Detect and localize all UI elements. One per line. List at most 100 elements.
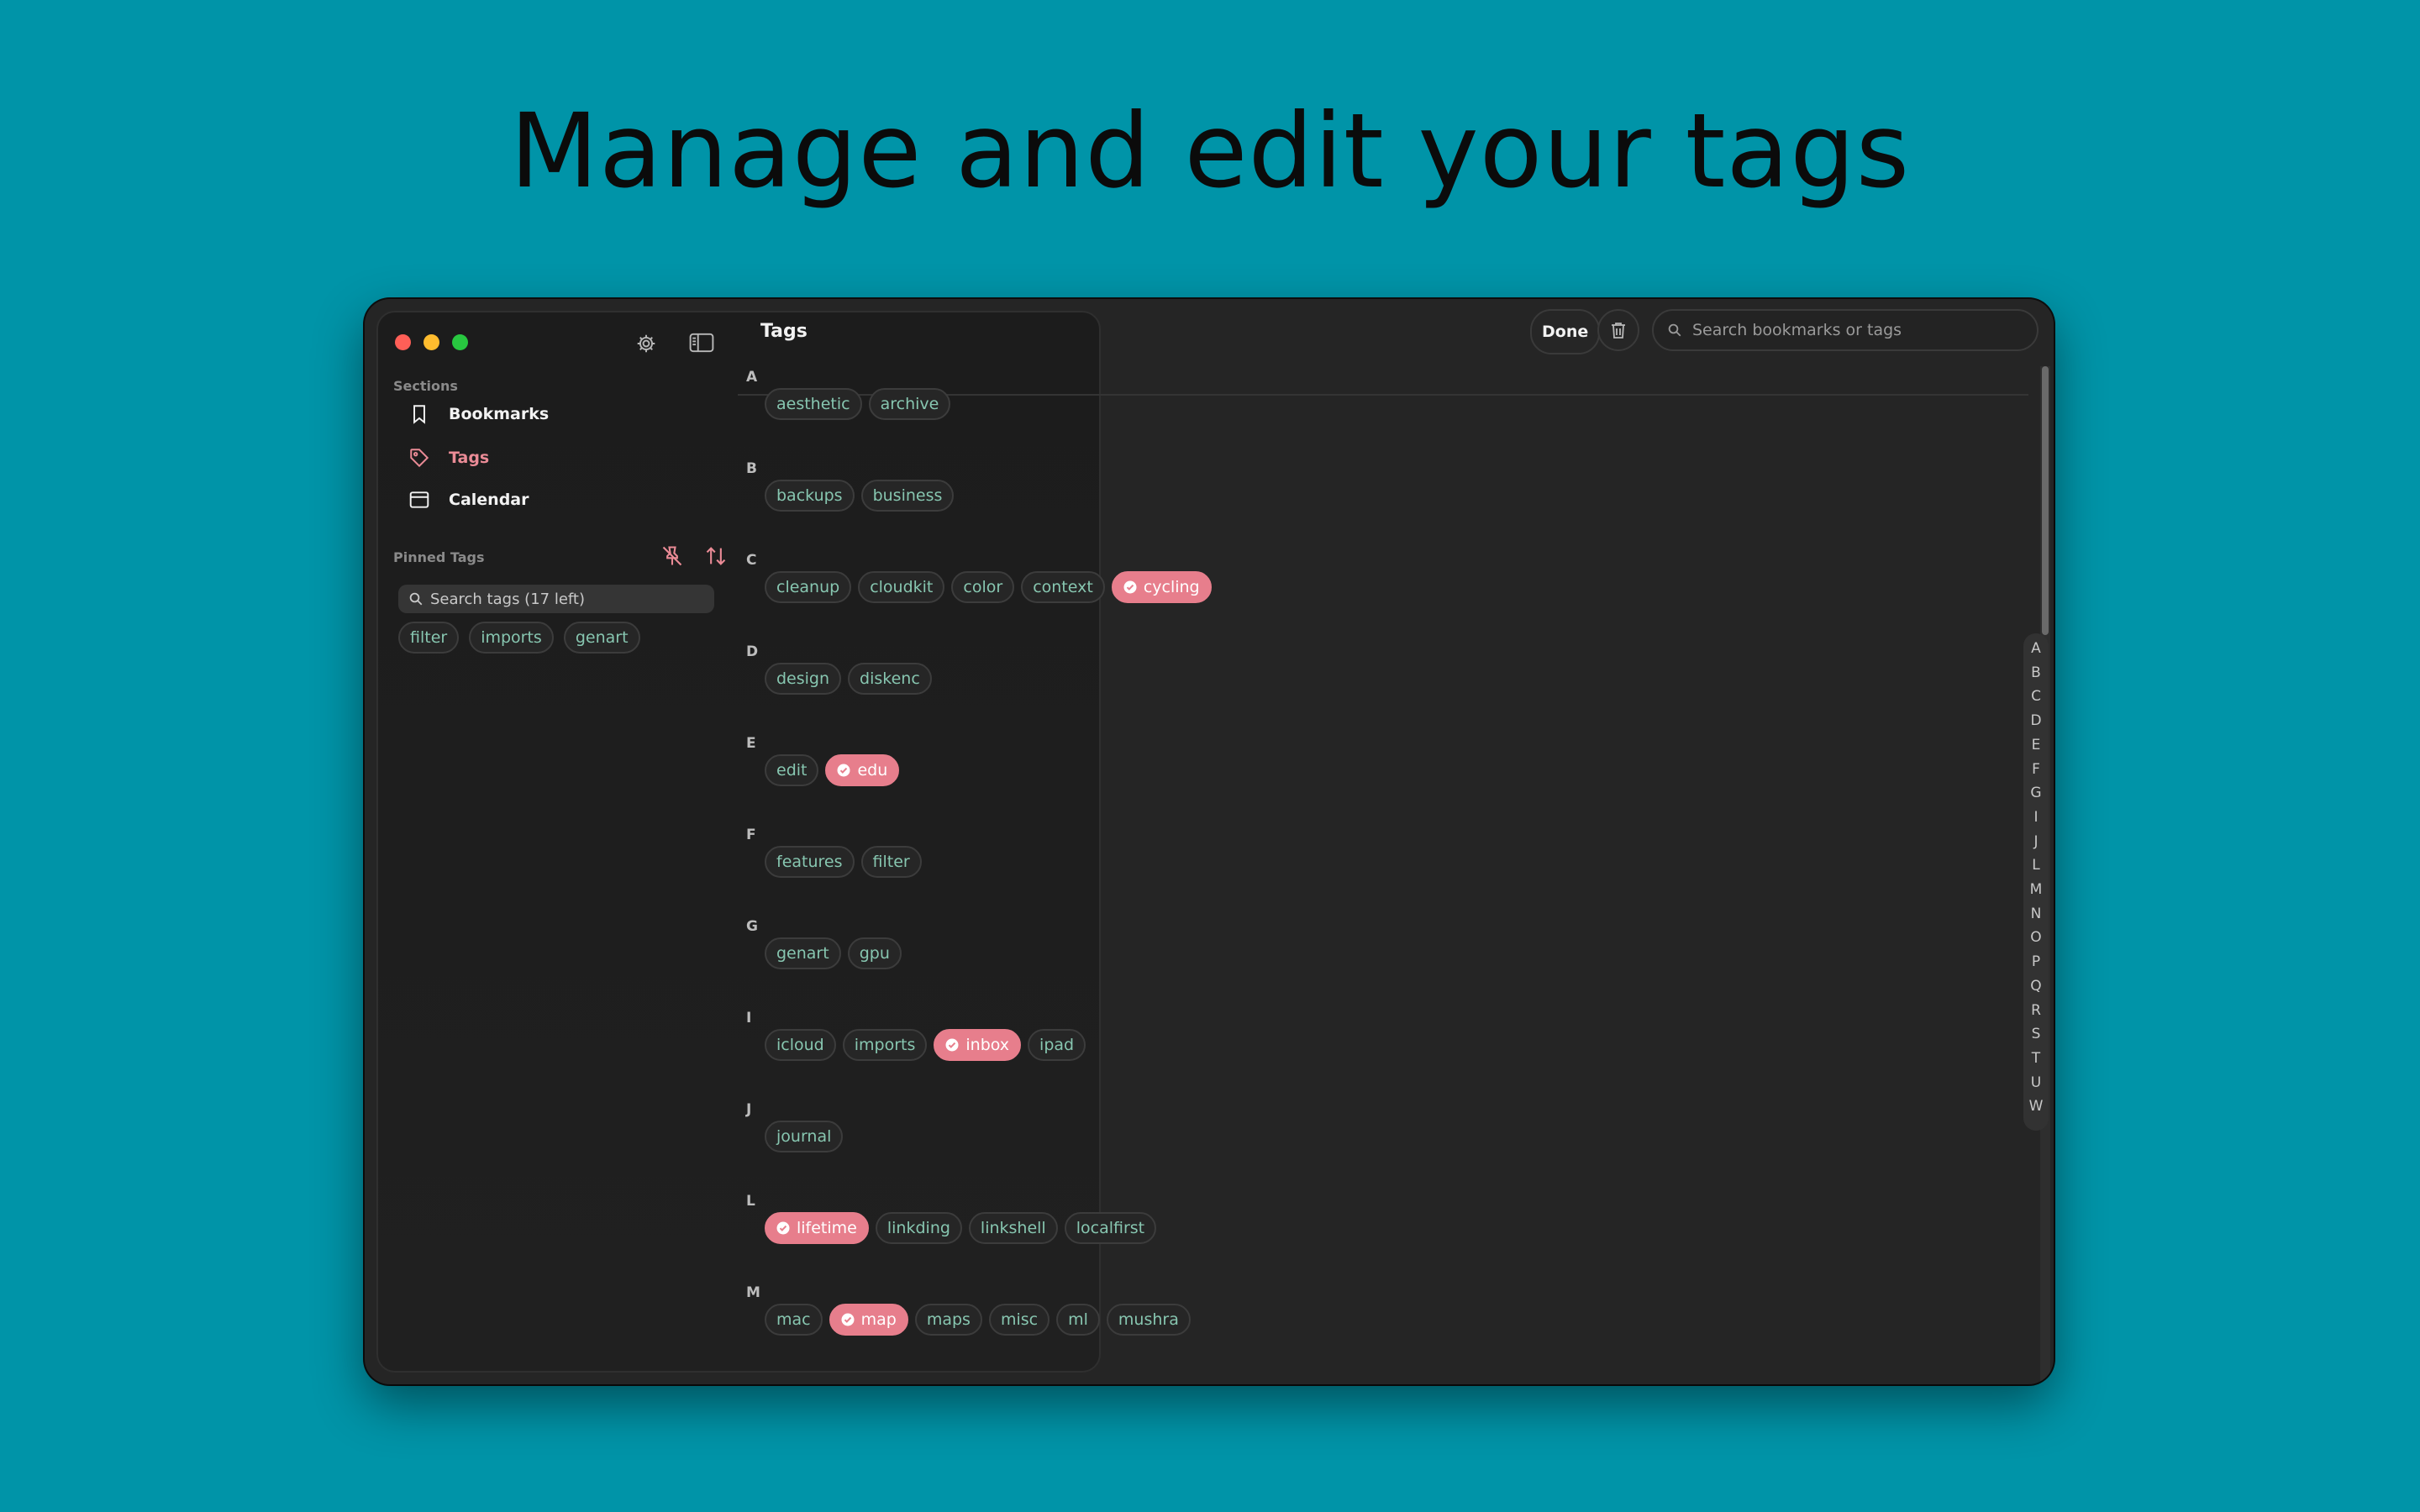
tag-chip[interactable]: backups: [765, 480, 855, 512]
tag-chip[interactable]: filter: [860, 846, 922, 878]
alphabet-index[interactable]: ABCDEFGIJLMNOPQRSTUW: [2023, 633, 2049, 1131]
tag-chip[interactable]: icloud: [765, 1029, 836, 1061]
tag-chip-selected[interactable]: inbox: [934, 1029, 1022, 1061]
tag-chip-selected[interactable]: edu: [825, 754, 900, 786]
pinned-tags-search[interactable]: Search tags (17 left): [398, 585, 714, 613]
traffic-lights: [395, 334, 468, 350]
pinned-tag-chip[interactable]: genart: [563, 622, 640, 654]
index-letter[interactable]: R: [2023, 1002, 2049, 1019]
index-letter[interactable]: L: [2023, 857, 2049, 874]
index-letter[interactable]: T: [2023, 1050, 2049, 1067]
sections-title: Sections: [393, 378, 458, 394]
search-input[interactable]: Search bookmarks or tags: [1652, 309, 2039, 351]
index-letter[interactable]: S: [2023, 1026, 2049, 1042]
tag-label: linkding: [886, 1219, 950, 1237]
index-letter[interactable]: Q: [2023, 978, 2049, 995]
index-letter[interactable]: C: [2023, 688, 2049, 705]
tag-icon: [410, 449, 429, 468]
delete-button[interactable]: [1597, 309, 1639, 351]
index-letter[interactable]: A: [2023, 640, 2049, 657]
tag-chip-selected[interactable]: cycling: [1111, 571, 1212, 603]
app-window: Sections Bookmarks Tags Calendar Pinned …: [365, 299, 2054, 1384]
tag-chip[interactable]: imports: [842, 1029, 928, 1061]
tag-label: icloud: [776, 1036, 824, 1054]
index-letter[interactable]: B: [2023, 664, 2049, 681]
sort-icon[interactable]: [704, 544, 728, 571]
pinned-tags-list: filter imports genart: [398, 622, 640, 654]
index-letter[interactable]: U: [2023, 1074, 2049, 1091]
index-letter[interactable]: F: [2023, 761, 2049, 778]
tag-label: design: [776, 669, 830, 688]
tag-chip[interactable]: journal: [765, 1121, 844, 1152]
sidebar-item-bookmarks[interactable]: Bookmarks: [408, 403, 549, 425]
index-letter[interactable]: P: [2023, 953, 2049, 970]
tag-chip[interactable]: genart: [765, 937, 841, 969]
section-letter: M: [746, 1284, 760, 1301]
section-letter: I: [746, 1010, 752, 1026]
section-letter: C: [746, 552, 757, 569]
tag-label: journal: [776, 1127, 832, 1146]
tag-chip[interactable]: diskenc: [848, 663, 932, 695]
index-letter[interactable]: W: [2023, 1098, 2049, 1115]
tag-chip[interactable]: localfirst: [1064, 1212, 1157, 1244]
tag-chip[interactable]: cloudkit: [858, 571, 945, 603]
tag-label: linkshell: [980, 1219, 1046, 1237]
index-letter[interactable]: D: [2023, 712, 2049, 729]
tag-row: mac map maps misc ml mushra: [765, 1304, 1191, 1336]
tag-chip[interactable]: gpu: [847, 937, 902, 969]
tag-chip[interactable]: mushra: [1106, 1304, 1191, 1336]
tag-chip[interactable]: edit: [765, 754, 819, 786]
tag-chip[interactable]: ml: [1056, 1304, 1100, 1336]
tag-label: lifetime: [797, 1219, 857, 1237]
tag-row: journal: [765, 1121, 844, 1152]
index-letter[interactable]: G: [2023, 785, 2049, 801]
tag-label: mushra: [1118, 1310, 1179, 1329]
sidebar-item-calendar[interactable]: Calendar: [408, 489, 529, 511]
tag-chip-selected[interactable]: map: [829, 1304, 908, 1336]
tag-chip[interactable]: archive: [868, 388, 951, 420]
tag-chip[interactable]: linkding: [875, 1212, 962, 1244]
tag-chip[interactable]: cleanup: [765, 571, 852, 603]
tag-chip[interactable]: ipad: [1028, 1029, 1086, 1061]
tag-label: features: [776, 853, 843, 871]
tag-chip[interactable]: features: [765, 846, 855, 878]
done-button[interactable]: Done: [1530, 309, 1601, 354]
tag-chip[interactable]: mac: [765, 1304, 823, 1336]
scrollbar-thumb[interactable]: [2042, 366, 2049, 635]
pinned-tag-chip[interactable]: imports: [469, 622, 554, 654]
index-letter[interactable]: O: [2023, 929, 2049, 946]
close-window-button[interactable]: [395, 334, 411, 350]
unpin-icon[interactable]: [660, 544, 684, 571]
tag-chip[interactable]: color: [951, 571, 1015, 603]
search-icon: [1668, 323, 1681, 337]
calendar-icon: [409, 491, 429, 508]
gear-icon[interactable]: [635, 333, 660, 354]
index-letter[interactable]: M: [2023, 881, 2049, 898]
tag-chip[interactable]: linkshell: [968, 1212, 1058, 1244]
tag-row: backups business: [765, 480, 955, 512]
tag-label: maps: [926, 1310, 971, 1329]
tag-chip[interactable]: aesthetic: [765, 388, 862, 420]
checkmark-icon: [841, 1313, 855, 1326]
tag-chip[interactable]: context: [1021, 571, 1105, 603]
index-letter[interactable]: I: [2023, 809, 2049, 826]
sidebar-item-label: Calendar: [449, 491, 529, 509]
headline: Manage and edit your tags: [509, 92, 1911, 211]
index-letter[interactable]: E: [2023, 737, 2049, 753]
sidebar-item-tags[interactable]: Tags: [408, 447, 489, 469]
tag-chip[interactable]: business: [860, 480, 955, 512]
index-letter[interactable]: N: [2023, 906, 2049, 922]
tag-label: aesthetic: [776, 395, 850, 413]
tag-label: misc: [1000, 1310, 1039, 1329]
checkmark-icon: [837, 764, 850, 777]
zoom-window-button[interactable]: [452, 334, 468, 350]
minimize-window-button[interactable]: [424, 334, 439, 350]
tag-chip-selected[interactable]: lifetime: [765, 1212, 869, 1244]
trash-icon: [1612, 323, 1625, 339]
sidebar-toggle-icon[interactable]: [689, 333, 714, 354]
tag-chip[interactable]: maps: [914, 1304, 982, 1336]
index-letter[interactable]: J: [2023, 833, 2049, 850]
tag-chip[interactable]: design: [765, 663, 842, 695]
tag-chip[interactable]: misc: [988, 1304, 1050, 1336]
pinned-tag-chip[interactable]: filter: [398, 622, 460, 654]
